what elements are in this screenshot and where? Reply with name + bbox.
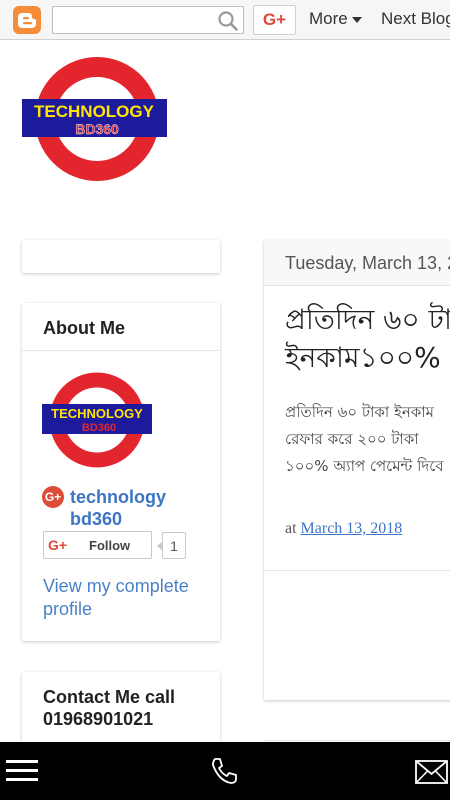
phone-icon[interactable] xyxy=(208,755,240,787)
profile-avatar[interactable]: TECHNOLOGY BD360 xyxy=(42,371,152,469)
follow-button[interactable]: G+ Follow xyxy=(43,531,152,559)
contact-title: Contact Me call 01968901021 xyxy=(43,687,176,729)
profile-name-link[interactable]: technology bd360 xyxy=(70,486,210,530)
menu-icon[interactable] xyxy=(6,757,38,785)
google-plus-small-icon: G+ xyxy=(48,537,68,553)
logo-text-top: TECHNOLOGY xyxy=(34,102,155,121)
logo-text-bottom: BD360 xyxy=(75,121,119,137)
post-snippet-line: ১০০% অ্যাপ পেমেন্ট দিবে xyxy=(285,457,444,475)
post-snippet-line: প্রতিদিন ৬০ টাকা ইনকাম xyxy=(285,403,434,421)
blog-page: G+ More Next Blog» TECHNOLOGY BD360 Abou… xyxy=(0,0,450,800)
next-card-edge xyxy=(264,740,450,741)
post-snippet: প্রতিদিন ৬০ টাকা ইনকাম রেফার করে ২০০ টাক… xyxy=(285,399,450,480)
blogger-navbar: G+ More Next Blog» xyxy=(0,0,450,40)
blogger-logo-icon[interactable] xyxy=(13,6,41,34)
post-snippet-line: রেফার করে ২০০ টাকা xyxy=(285,430,419,448)
post-meta: at March 13, 2018 xyxy=(285,520,402,538)
post-title-link[interactable]: প্রতিদিন ৬০ টাকা ইনকাম১০০% পেমেন্ট xyxy=(285,301,450,377)
follow-label: Follow xyxy=(89,538,131,553)
post-meta-prefix: at xyxy=(285,520,297,537)
next-blog-link[interactable]: Next Blog» xyxy=(381,9,450,29)
more-label: More xyxy=(309,9,348,28)
post-date-header: Tuesday, March 13, 2018 xyxy=(264,240,450,286)
post-divider xyxy=(264,570,450,571)
blog-search-input[interactable] xyxy=(52,6,244,34)
avatar-text-bottom: BD360 xyxy=(82,422,116,434)
caret-down-icon xyxy=(351,16,362,23)
post-date: Tuesday, March 13, 2018 xyxy=(285,253,450,273)
widget-divider xyxy=(22,350,220,351)
search-icon[interactable] xyxy=(217,10,239,32)
avatar-text-top: TECHNOLOGY xyxy=(51,406,143,421)
google-plus-icon: G+ xyxy=(42,486,64,508)
view-profile-link[interactable]: View my complete profile xyxy=(43,575,213,621)
sidebar-empty-widget xyxy=(22,240,220,273)
blog-header-logo[interactable]: TECHNOLOGY BD360 xyxy=(22,55,167,185)
about-me-widget: About Me TECHNOLOGY BD360 G+ technology … xyxy=(22,303,220,641)
about-me-title: About Me xyxy=(43,318,125,338)
post-title-line: প্রতিদিন ৬০ টাকা xyxy=(285,303,450,336)
post-card: Tuesday, March 13, 2018 প্রতিদিন ৬০ টাকা… xyxy=(264,240,450,700)
post-timestamp-link[interactable]: March 13, 2018 xyxy=(301,520,403,537)
mail-icon[interactable] xyxy=(415,760,448,784)
google-plus-share-button[interactable]: G+ xyxy=(253,5,296,35)
bottom-action-bar xyxy=(0,742,450,800)
more-menu-button[interactable]: More xyxy=(309,9,362,29)
follower-count: 1 xyxy=(157,532,186,559)
post-title-line: ইনকাম১০০% পেমেন্ট xyxy=(285,341,450,374)
